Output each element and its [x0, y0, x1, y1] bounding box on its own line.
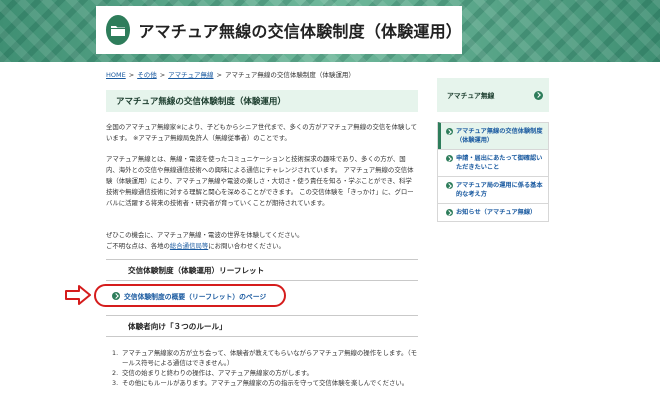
- sidebar: アマチュア無線 アマチュア無線の交信体験制度（体験運用） 申請・届出にあたって御…: [437, 78, 549, 222]
- sidebar-item-application[interactable]: 申請・届出にあたって御確認いただきたいこと: [438, 149, 548, 176]
- header-banner: アマチュア無線の交信体験制度（体験運用）: [0, 0, 660, 62]
- contact-paragraph: ぜひこの機会に、アマチュア無線・電波の世界を体験してください。 ご不明な点は、各…: [106, 231, 304, 250]
- rules-section-heading: 体験者向け「３つのルール」: [106, 315, 418, 337]
- folder-icon: [106, 15, 131, 45]
- arrow-right-icon: [446, 128, 453, 135]
- bureau-link[interactable]: 総合通信局等: [170, 242, 208, 250]
- intro-paragraph: 全国のアマチュア無線家※により、子どもからシニア世代まで、多くの方がアマチュア無…: [106, 123, 418, 142]
- leaflet-section-heading: 交信体験制度（体験運用）リーフレット: [106, 259, 418, 281]
- sidebar-heading[interactable]: アマチュア無線: [437, 78, 549, 112]
- red-annotation-oval: [94, 284, 286, 307]
- arrow-right-icon: [446, 209, 453, 216]
- sidebar-item-basic-policy[interactable]: アマチュア局の運用に係る基本的な考え方: [438, 176, 548, 203]
- red-annotation-arrow-icon: [65, 285, 91, 305]
- arrow-right-icon: [446, 182, 453, 189]
- main-content: アマチュア無線の交信体験制度（体験運用） 全国のアマチュア無線家※により、子ども…: [106, 90, 418, 387]
- list-item: 3. その他にもルールがあります。アマチュア無線家の方の指示を守って交信体験を楽し…: [112, 379, 409, 387]
- rules-list: 1. アマチュア無線家の方が立ち会って、体験者が教えてもらいながらアマチュア無線の…: [112, 348, 418, 388]
- sidebar-list: アマチュア無線の交信体験制度（体験運用） 申請・届出にあたって御確認いただきたい…: [437, 122, 549, 222]
- sidebar-item-news[interactable]: お知らせ（アマチュア無線）: [438, 203, 548, 221]
- breadcrumb: HOME > その他 > アマチュア無線 > アマチュア無線の交信体験制度（体験運用）: [106, 71, 355, 79]
- breadcrumb-home[interactable]: HOME: [106, 71, 126, 79]
- breadcrumb-current: アマチュア無線の交信体験制度（体験運用）: [224, 71, 355, 79]
- sidebar-item-trial-operation[interactable]: アマチュア無線の交信体験制度（体験運用）: [438, 122, 548, 149]
- arrow-right-icon: [446, 155, 453, 162]
- page-title-box: アマチュア無線の交信体験制度（体験運用）: [96, 6, 462, 54]
- main-heading: アマチュア無線の交信体験制度（体験運用）: [106, 90, 418, 112]
- page-title: アマチュア無線の交信体験制度（体験運用）: [138, 22, 462, 41]
- list-item: 2. 交信の始まりと終わりの操作は、アマチュア無線家の方がします。: [112, 369, 313, 377]
- arrow-right-icon: [534, 90, 543, 100]
- breadcrumb-amateur-radio[interactable]: アマチュア無線: [168, 71, 213, 79]
- breadcrumb-other[interactable]: その他: [137, 71, 157, 79]
- list-item: 1. アマチュア無線家の方が立ち会って、体験者が教えてもらいながらアマチュア無線の…: [112, 349, 417, 367]
- description-paragraph: アマチュア無線とは、無線・電波を使ったコミュニケーションと技術探求の趣味であり、…: [106, 155, 414, 207]
